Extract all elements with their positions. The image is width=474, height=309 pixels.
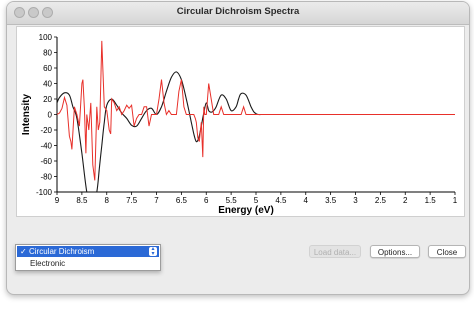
- y-tick-label: -80: [40, 173, 52, 182]
- x-tick-label: 4: [304, 196, 309, 205]
- updown-chevron-icon: ▴ ▾: [149, 246, 157, 257]
- x-tick-label: 5.5: [226, 196, 238, 205]
- window-title: Circular Dichroism Spectra: [176, 6, 300, 17]
- x-tick-label: 8.5: [76, 196, 88, 205]
- x-tick-label: 7: [154, 196, 159, 205]
- checkmark-icon: ✓: [20, 247, 27, 256]
- x-tick-label: 6: [204, 196, 209, 205]
- spectrum-plot-area: 100 80 60 40 20 0 -20 -40 -60 -80 -100 9 8.5 8 7.5 7 6.5…: [16, 26, 465, 217]
- options-button[interactable]: Options...: [370, 245, 420, 258]
- load-data-button[interactable]: Load data...: [309, 245, 361, 258]
- x-tick-label: 9: [55, 196, 60, 205]
- series-group: [57, 40, 455, 192]
- broadened-spectrum-line: [57, 71, 266, 192]
- dropdown-option-label: Circular Dichroism: [29, 247, 95, 256]
- spectrum-type-dropdown[interactable]: ✓ Circular Dichroism ▴ ▾ Electronic: [15, 244, 161, 271]
- y-axis-label: Intensity: [21, 94, 32, 136]
- y-tick-label: -40: [40, 142, 52, 151]
- x-tick-label: 8: [105, 196, 110, 205]
- y-tick-label: -60: [40, 157, 52, 166]
- y-tick-label: 0: [48, 111, 53, 120]
- y-tick-label: 60: [43, 64, 52, 73]
- x-tick-label: 7.5: [126, 196, 138, 205]
- y-tick-label: 20: [43, 95, 52, 104]
- y-tick-label: 40: [43, 80, 52, 89]
- dropdown-option-electronic[interactable]: Electronic: [30, 258, 65, 269]
- title-bar: Circular Dichroism Spectra: [7, 2, 469, 25]
- dropdown-option-selected[interactable]: ✓ Circular Dichroism ▴ ▾: [17, 246, 159, 257]
- x-tick-label: 1.5: [425, 196, 437, 205]
- x-tick-label: 3.5: [325, 196, 337, 205]
- y-tick-label: 100: [39, 33, 53, 42]
- close-button[interactable]: Close: [428, 245, 466, 258]
- stick-spectrum-line: [57, 40, 455, 181]
- x-tick-label: 3: [353, 196, 358, 205]
- y-tick-label: -100: [36, 188, 53, 197]
- x-tick-label: 2.5: [375, 196, 387, 205]
- spectrum-chart: 100 80 60 40 20 0 -20 -40 -60 -80 -1009 8.5 8 7.5 7 6.5…: [21, 33, 458, 216]
- y-tick-label: -20: [40, 126, 52, 135]
- cd-spectra-window: Circular Dichroism Spectra 100 80 60 40 20 0 -…: [6, 1, 470, 295]
- x-tick-label: 1: [453, 196, 458, 205]
- x-tick-label: 6.5: [176, 196, 188, 205]
- x-axis-label: Energy (eV): [218, 205, 274, 216]
- x-tick-label: 4.5: [275, 196, 287, 205]
- x-tick-label: 2: [403, 196, 408, 205]
- x-tick-label: 5: [254, 196, 259, 205]
- y-tick-label: 80: [43, 49, 52, 58]
